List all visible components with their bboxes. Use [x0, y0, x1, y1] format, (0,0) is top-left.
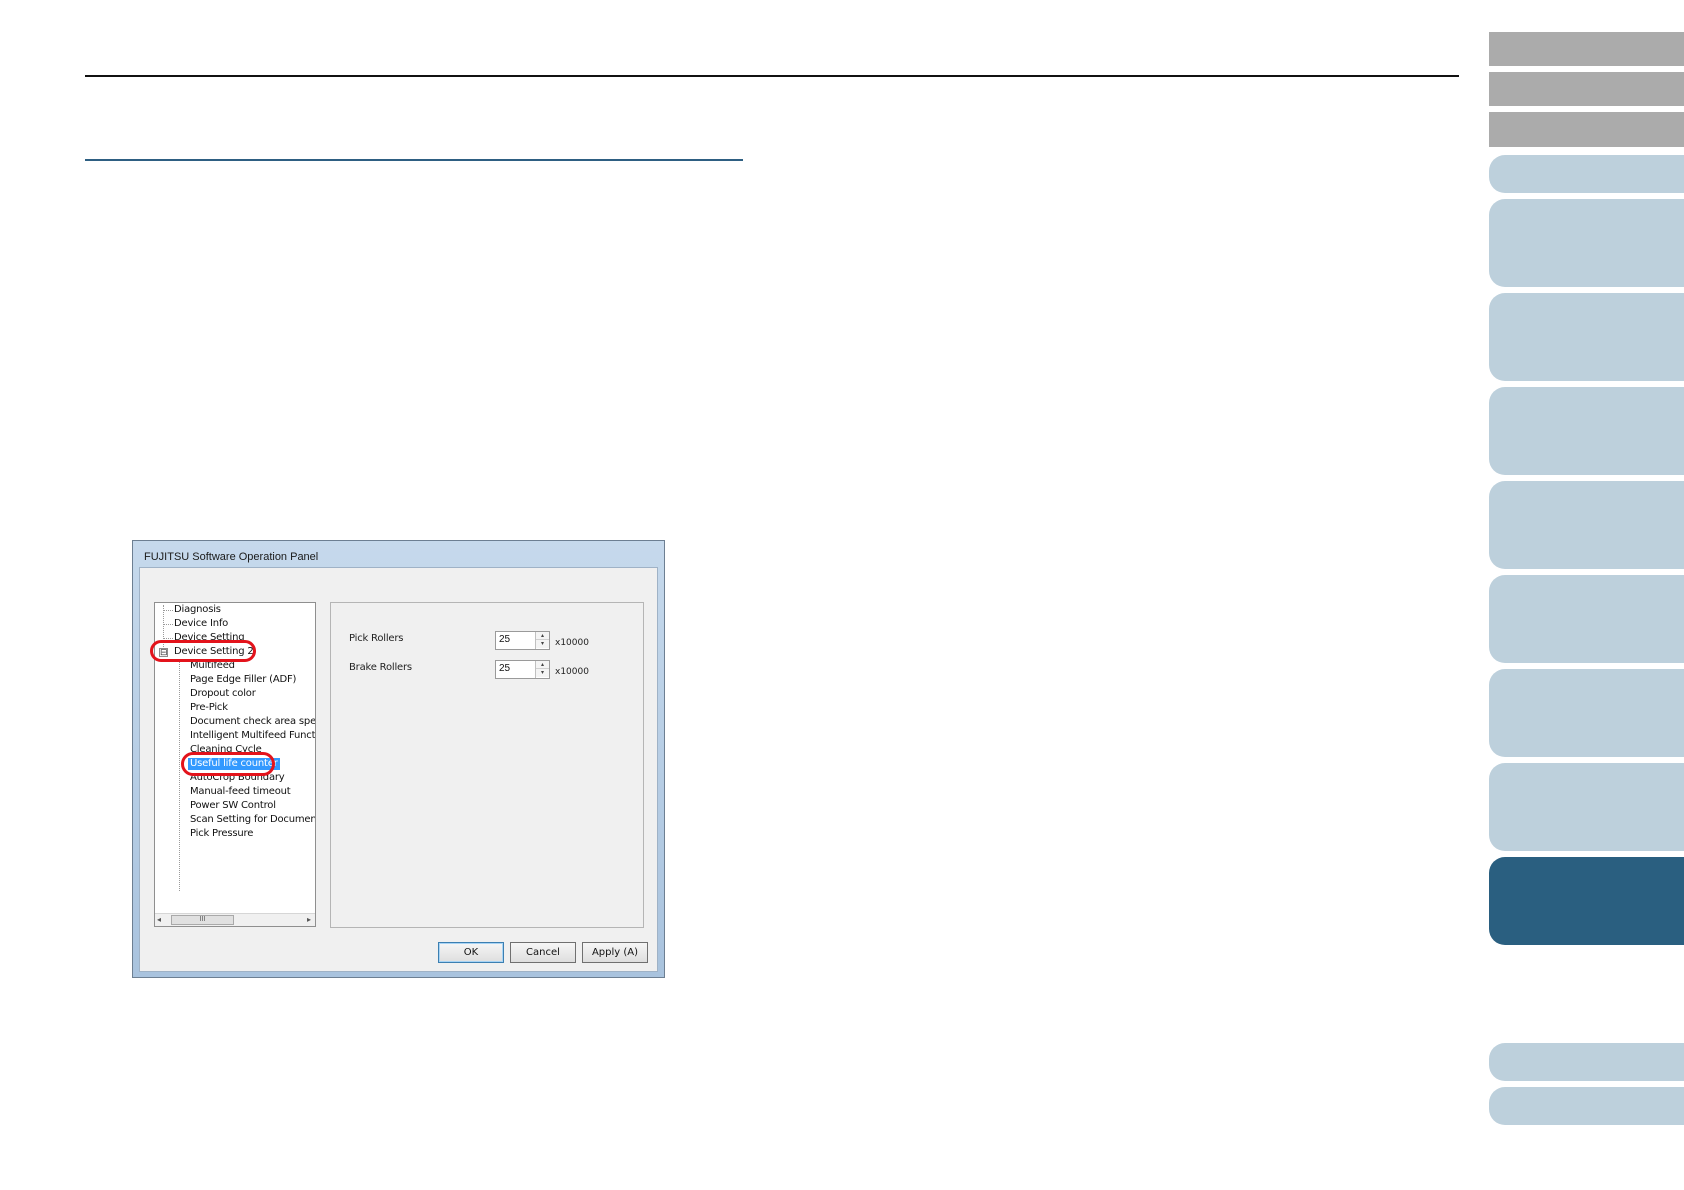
- scroll-left-arrow-icon[interactable]: ◂: [157, 915, 161, 924]
- spin-down-arrow-icon[interactable]: ▾: [536, 669, 549, 677]
- highlight-useful-life-counter: [181, 752, 275, 776]
- nav-tab-chapter-6[interactable]: [1489, 575, 1684, 663]
- window-title: FUJITSU Software Operation Panel: [144, 551, 319, 563]
- nav-tab-chapter-2[interactable]: [1489, 199, 1684, 287]
- spin-up-arrow-icon[interactable]: ▴: [536, 661, 549, 669]
- pick-rollers-value[interactable]: 25: [499, 634, 510, 645]
- tree-item-intelligent-multifeed[interactable]: Intelligent Multifeed Function: [190, 730, 315, 742]
- nav-tab-gray-3[interactable]: [1489, 112, 1684, 147]
- pick-rollers-unit: x10000: [555, 638, 589, 648]
- nav-tab-chapter-8[interactable]: [1489, 763, 1684, 851]
- ok-button[interactable]: OK: [438, 942, 504, 963]
- nav-tab-chapter-5[interactable]: [1489, 481, 1684, 569]
- section-heading-rule: [85, 159, 743, 161]
- tree-item-scan-setting-document[interactable]: Scan Setting for Document wi: [190, 814, 315, 826]
- pick-rollers-spinbox[interactable]: 25 ▴ ▾: [495, 631, 550, 650]
- nav-tab-gray-2[interactable]: [1489, 72, 1684, 106]
- tree-item-dropout-color[interactable]: Dropout color: [190, 688, 256, 700]
- apply-button[interactable]: Apply (A): [582, 942, 648, 963]
- nav-tab-chapter-9-active[interactable]: [1489, 857, 1684, 945]
- tree-branch-line: [164, 638, 173, 639]
- nav-tab-chapter-7[interactable]: [1489, 669, 1684, 757]
- tree-branch-line: [164, 610, 173, 611]
- cancel-button[interactable]: Cancel: [510, 942, 576, 963]
- scrollbar-thumb[interactable]: III: [171, 915, 234, 925]
- nav-tab-glossary[interactable]: [1489, 1087, 1684, 1125]
- scroll-right-arrow-icon[interactable]: ▸: [307, 915, 311, 924]
- tree-branch-line: [164, 624, 173, 625]
- tree-item-power-sw-control[interactable]: Power SW Control: [190, 800, 276, 812]
- nav-tab-appendix[interactable]: [1489, 1043, 1684, 1081]
- tree-item-pre-pick[interactable]: Pre-Pick: [190, 702, 228, 714]
- brake-rollers-label: Brake Rollers: [349, 662, 412, 673]
- nav-tab-chapter-4[interactable]: [1489, 387, 1684, 475]
- brake-rollers-spin-buttons[interactable]: ▴ ▾: [535, 661, 549, 678]
- nav-tab-gray-1[interactable]: [1489, 32, 1684, 66]
- tree-horizontal-scrollbar[interactable]: ◂ III ▸: [155, 913, 315, 926]
- page-header-rule: [85, 75, 1459, 77]
- nav-tab-chapter-3[interactable]: [1489, 293, 1684, 381]
- brake-rollers-spinbox[interactable]: 25 ▴ ▾: [495, 660, 550, 679]
- brake-rollers-unit: x10000: [555, 667, 589, 677]
- tree-item-diagnosis[interactable]: Diagnosis: [174, 604, 221, 616]
- tree-item-manual-feed-timeout[interactable]: Manual-feed timeout: [190, 786, 291, 798]
- tree-item-pick-pressure[interactable]: Pick Pressure: [190, 828, 253, 840]
- tree-item-device-info[interactable]: Device Info: [174, 618, 228, 630]
- tree-item-page-edge-filler[interactable]: Page Edge Filler (ADF): [190, 674, 296, 686]
- highlight-device-setting-2: [150, 640, 256, 662]
- spin-down-arrow-icon[interactable]: ▾: [536, 640, 549, 648]
- spin-up-arrow-icon[interactable]: ▴: [536, 632, 549, 640]
- nav-tab-chapter-1[interactable]: [1489, 155, 1684, 193]
- useful-life-counter-panel: Pick Rollers 25 ▴ ▾ x10000 Brake Rollers…: [330, 602, 644, 928]
- brake-rollers-value[interactable]: 25: [499, 663, 510, 674]
- tree-item-document-check-area[interactable]: Document check area specific: [190, 716, 315, 728]
- tree-child-line: [179, 659, 180, 891]
- pick-rollers-label: Pick Rollers: [349, 633, 404, 644]
- pick-rollers-spin-buttons[interactable]: ▴ ▾: [535, 632, 549, 649]
